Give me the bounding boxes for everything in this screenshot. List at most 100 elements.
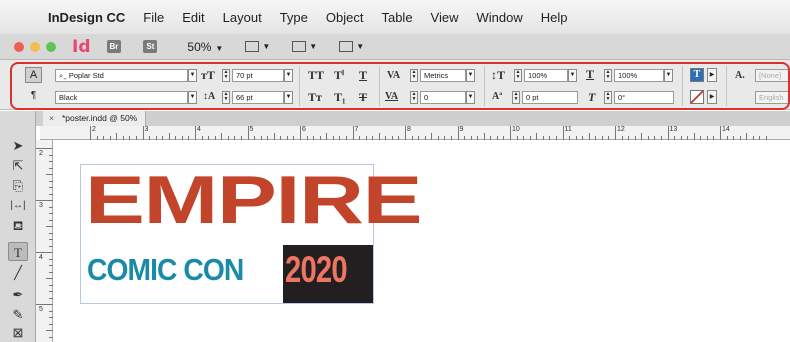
skew-stepper[interactable]: ▲ ▼ bbox=[604, 91, 612, 104]
type-tool-icon[interactable]: T bbox=[8, 242, 28, 261]
baseline-shift-stepper[interactable]: ▲ ▼ bbox=[512, 91, 520, 104]
ruler-minor-tick bbox=[641, 133, 643, 140]
baseline-shift-field[interactable]: 0 pt bbox=[522, 91, 578, 104]
baseline-shift-icon: Aª bbox=[492, 91, 503, 102]
ruler-major-tick bbox=[36, 252, 53, 253]
vertical-ruler[interactable]: 2 3 4 5 bbox=[36, 140, 53, 342]
ruler-minor-tick bbox=[483, 133, 485, 140]
poster-headline-empire[interactable]: EMPIRE bbox=[85, 162, 423, 238]
kerning-stepper[interactable]: ▲ ▼ bbox=[410, 69, 418, 82]
menu-edit[interactable]: Edit bbox=[182, 10, 204, 25]
all-caps-button[interactable]: TT bbox=[308, 68, 324, 82]
arrange-documents-icon[interactable] bbox=[339, 41, 354, 52]
zoom-level-value: 50% bbox=[187, 39, 212, 54]
bridge-button[interactable]: Br bbox=[106, 40, 122, 53]
ruler-label: 14 bbox=[722, 126, 730, 133]
minimize-window-button[interactable] bbox=[30, 41, 40, 52]
kerning-field[interactable]: Metrics bbox=[420, 69, 466, 82]
stroke-swatch-dropdown[interactable]: ▶ bbox=[707, 90, 717, 104]
font-family-dropdown[interactable]: ▼ bbox=[188, 69, 197, 82]
character-style-field[interactable]: [None] bbox=[755, 69, 790, 82]
pencil-tool-icon[interactable]: ✎ bbox=[8, 305, 28, 324]
selection-tool-icon[interactable]: ➤ bbox=[8, 136, 28, 155]
character-formatting-mode-button[interactable]: A bbox=[25, 67, 42, 83]
ruler-major-tick bbox=[562, 126, 564, 140]
screen-mode-icon[interactable] bbox=[292, 41, 307, 52]
superscript-button[interactable]: Tⁱ bbox=[334, 68, 344, 82]
ruler-minor-tick bbox=[46, 330, 53, 331]
menu-object[interactable]: Object bbox=[326, 10, 364, 25]
subscript-button[interactable]: T₁ bbox=[334, 90, 346, 104]
ruler-label: 6 bbox=[302, 126, 306, 133]
document-tab[interactable]: × *poster.indd @ 50% bbox=[43, 111, 147, 126]
ruler-label: 4 bbox=[197, 126, 201, 133]
ruler-major-tick bbox=[195, 126, 196, 140]
menu-layout[interactable]: Layout bbox=[223, 10, 262, 25]
view-options-icon[interactable] bbox=[245, 41, 260, 52]
ruler-label: 10 bbox=[512, 126, 520, 133]
leading-stepper[interactable]: ▲ ▼ bbox=[222, 91, 230, 104]
kerning-dropdown[interactable]: ▼ bbox=[466, 69, 475, 82]
underline-button[interactable]: T bbox=[359, 68, 367, 82]
skew-field[interactable]: 0° bbox=[614, 91, 674, 104]
ruler-label: 2 bbox=[92, 126, 96, 133]
leading-icon: ↕A bbox=[203, 91, 216, 102]
horizontal-scale-stepper[interactable]: ▲ ▼ bbox=[604, 69, 612, 82]
menu-app-name[interactable]: InDesign CC bbox=[48, 10, 125, 25]
text-fill-icon[interactable]: T bbox=[690, 68, 704, 82]
chevron-down-icon: ▼ bbox=[356, 42, 365, 51]
font-style-dropdown[interactable]: ▼ bbox=[188, 91, 197, 104]
close-window-button[interactable] bbox=[14, 41, 24, 52]
strikethrough-button[interactable]: T bbox=[359, 90, 367, 104]
line-tool-icon[interactable]: ╱ bbox=[8, 263, 28, 282]
zoom-window-button[interactable] bbox=[46, 41, 56, 52]
poster-year[interactable]: 2020 bbox=[285, 247, 348, 293]
ruler-label: 5 bbox=[249, 126, 254, 133]
ruler-major-tick bbox=[352, 126, 354, 140]
ruler-label: 5 bbox=[39, 306, 43, 313]
paragraph-formatting-mode-button[interactable]: ¶ bbox=[25, 88, 42, 104]
ruler-minor-tick bbox=[326, 133, 328, 140]
menu-help[interactable]: Help bbox=[541, 10, 568, 25]
tracking-field[interactable]: 0 bbox=[420, 91, 466, 104]
vertical-scale-field[interactable]: 100% bbox=[524, 69, 568, 82]
pen-tool-icon[interactable]: ✒ bbox=[8, 285, 28, 304]
ruler-minor-tick bbox=[588, 133, 590, 140]
font-size-dropdown[interactable]: ▼ bbox=[284, 69, 293, 82]
fill-swatch-dropdown[interactable]: ▶ bbox=[707, 68, 717, 82]
menu-view[interactable]: View bbox=[431, 10, 459, 25]
ruler-minor-tick bbox=[536, 133, 538, 140]
gap-tool-icon[interactable]: |↔| bbox=[8, 196, 28, 215]
divider bbox=[484, 66, 485, 106]
tracking-dropdown[interactable]: ▼ bbox=[466, 91, 475, 104]
ruler-minor-tick bbox=[378, 133, 380, 140]
poster-subhead-comic-con[interactable]: COMIC CON bbox=[87, 247, 244, 293]
leading-field[interactable]: 66 pt bbox=[232, 91, 284, 104]
content-collector-icon[interactable]: ⛾ bbox=[8, 216, 28, 235]
vertical-scale-stepper[interactable]: ▲ ▼ bbox=[514, 69, 522, 82]
rectangle-frame-tool-icon[interactable]: ⊠ bbox=[8, 323, 28, 342]
horizontal-ruler[interactable]: 2 3 4 5 6 7 8 9 10 11 12 13 14 bbox=[40, 126, 790, 140]
zoom-level-dropdown[interactable]: 50% ▼ bbox=[187, 40, 223, 54]
language-field[interactable]: English bbox=[755, 91, 790, 104]
stock-button[interactable]: St bbox=[143, 40, 158, 53]
page-tool-icon[interactable]: ⎘ bbox=[8, 176, 28, 195]
ruler-label: 4 bbox=[39, 254, 43, 261]
stroke-none-icon[interactable] bbox=[690, 90, 704, 104]
tracking-stepper[interactable]: ▲ ▼ bbox=[410, 91, 418, 104]
small-caps-button[interactable]: Tт bbox=[308, 90, 322, 104]
menu-file[interactable]: File bbox=[143, 10, 164, 25]
horizontal-scale-dropdown[interactable]: ▼ bbox=[664, 69, 673, 82]
font-family-field[interactable]: ⌕⌄ Poplar Std bbox=[55, 69, 188, 82]
font-size-stepper[interactable]: ▲ ▼ bbox=[222, 69, 230, 82]
direct-selection-tool-icon[interactable]: ⇱ bbox=[8, 156, 28, 175]
menu-table[interactable]: Table bbox=[381, 10, 412, 25]
vertical-scale-dropdown[interactable]: ▼ bbox=[568, 69, 577, 82]
font-style-field[interactable]: Black bbox=[55, 91, 188, 104]
menu-window[interactable]: Window bbox=[477, 10, 523, 25]
menu-type[interactable]: Type bbox=[280, 10, 308, 25]
close-icon[interactable]: × bbox=[49, 111, 54, 126]
leading-dropdown[interactable]: ▼ bbox=[284, 91, 293, 104]
horizontal-scale-field[interactable]: 100% bbox=[614, 69, 664, 82]
font-size-field[interactable]: 70 pt bbox=[232, 69, 284, 82]
